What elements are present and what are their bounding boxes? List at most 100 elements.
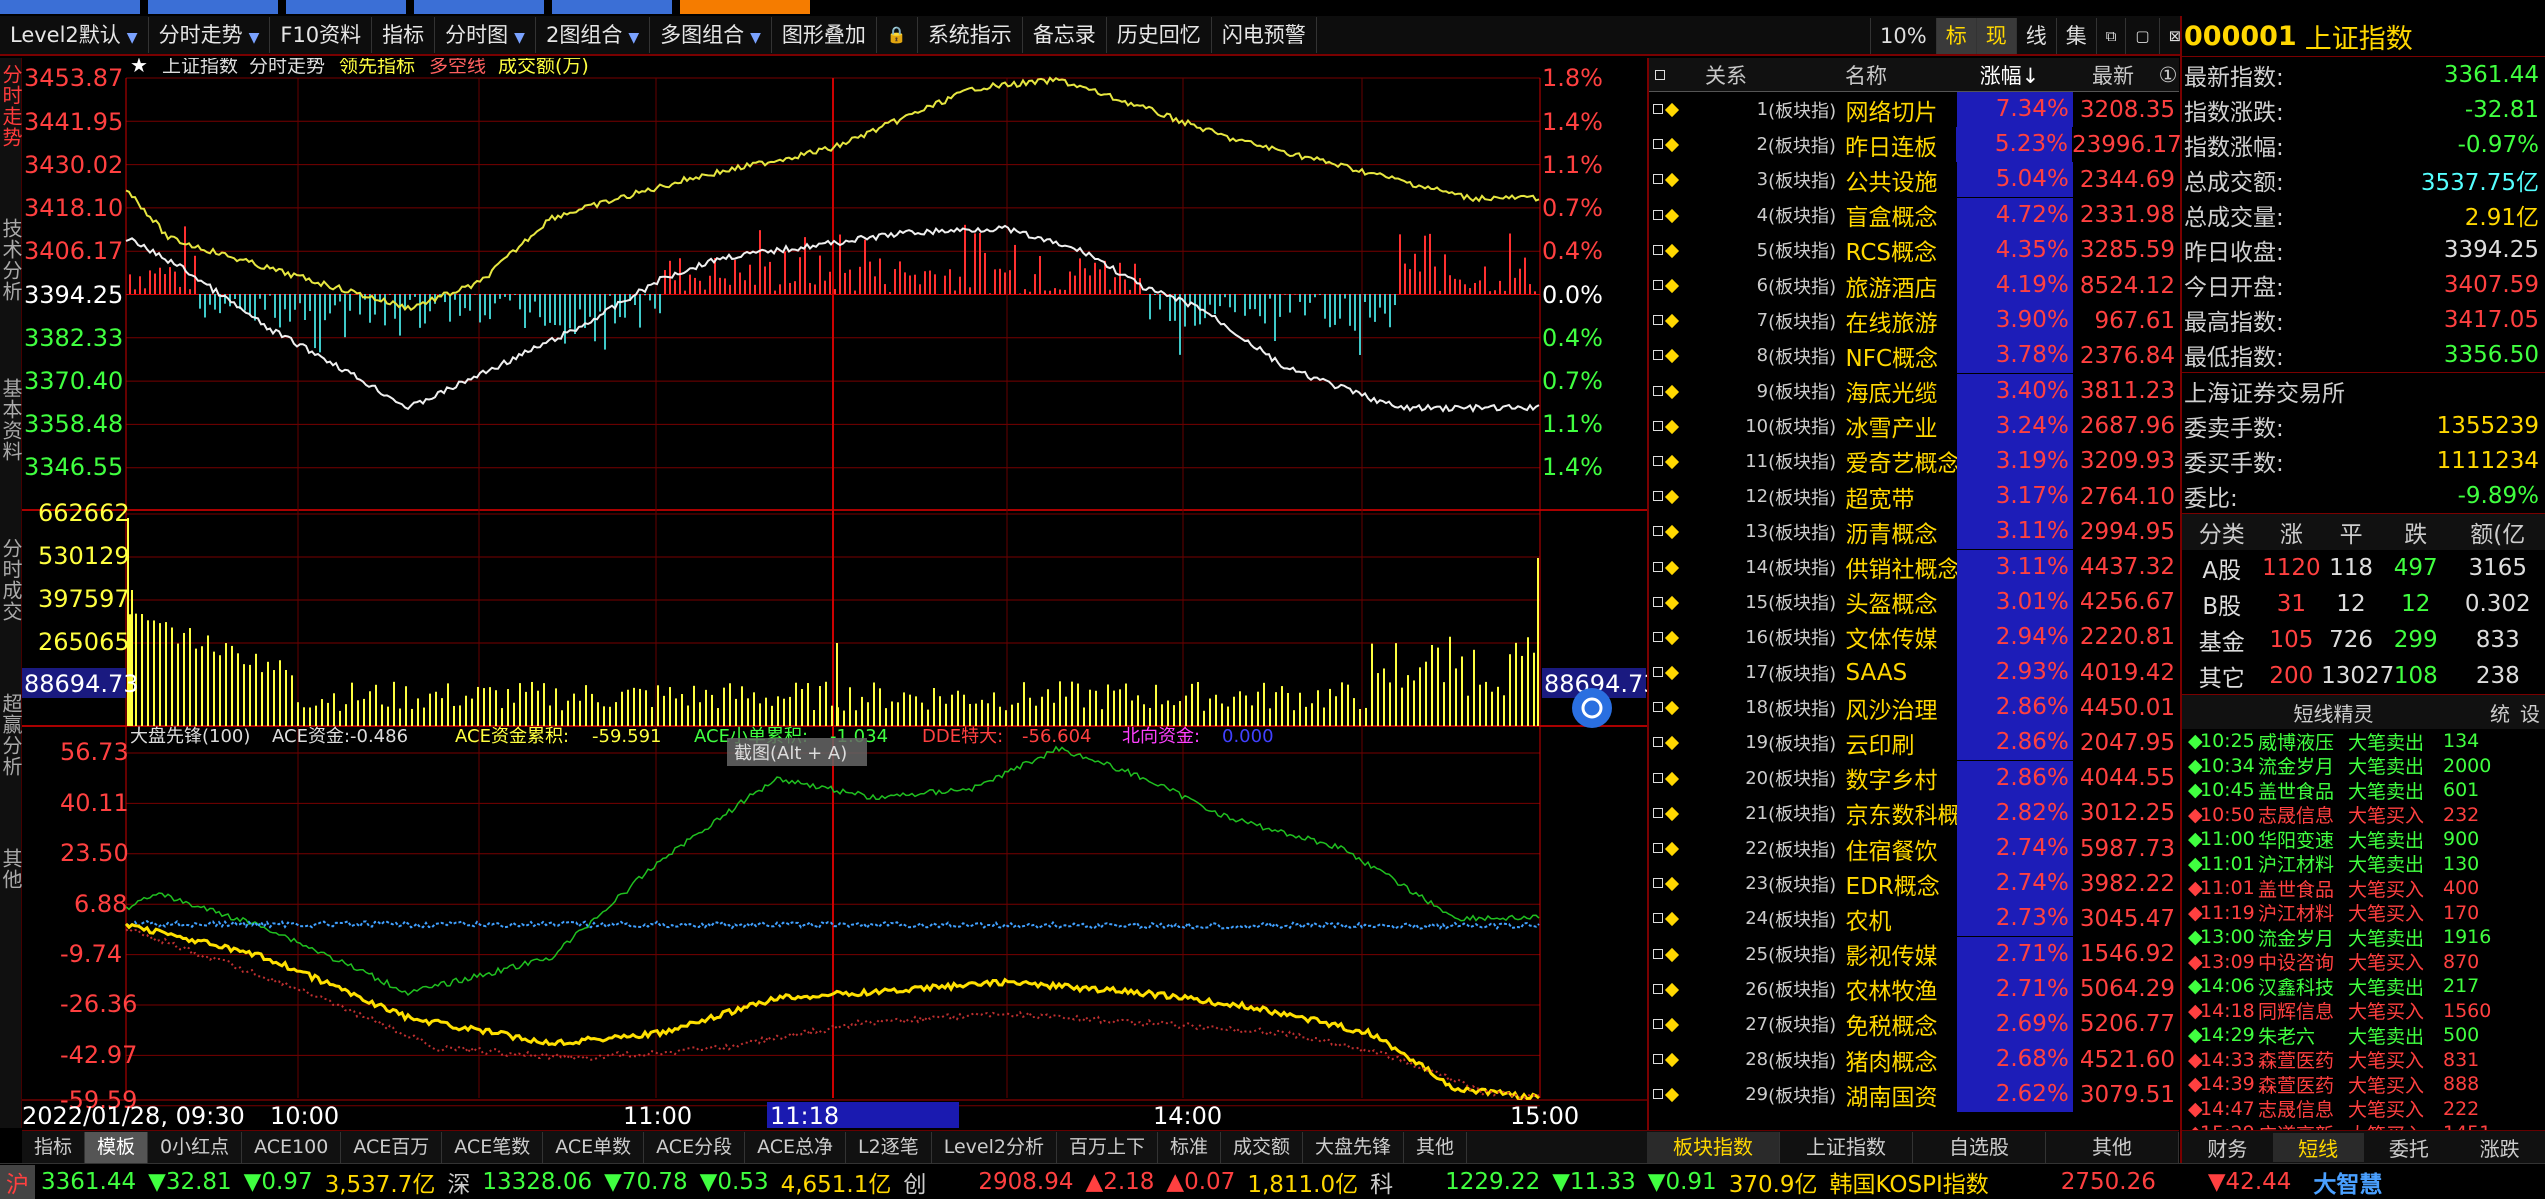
star-icon[interactable]: ★ [130, 53, 148, 77]
ticker-row[interactable]: ◆ 14:39 森萱医药 大笔买入 888 [2188, 1072, 2545, 1097]
sz-label[interactable]: 深 [441, 1165, 476, 1199]
bottom-tab[interactable]: Level2分析 [932, 1131, 1057, 1163]
top-tab-2[interactable] [148, 0, 278, 14]
top-tab-4[interactable] [414, 0, 544, 14]
lock-icon[interactable]: 🔒 [877, 17, 918, 53]
ticker-row[interactable]: ◆ 10:34 流金岁月 大笔卖出 2000 [2188, 754, 2545, 779]
ticker-row[interactable]: ◆ 11:01 沪江材料 大笔卖出 130 [2188, 852, 2545, 877]
toolbar-line[interactable]: 线 [2015, 18, 2056, 54]
sector-row[interactable]: 23 (板块指) EDR概念 2.74% 3982.22 [1649, 866, 2179, 902]
sector-row[interactable]: 22 (板块指) 住宿餐饮 2.74% 5987.73 [1649, 831, 2179, 867]
ticker-row[interactable]: ◆ 14:33 森萱医药 大笔买入 831 [2188, 1048, 2545, 1073]
toolbar-multichart[interactable]: 多图组合 ▼ [650, 17, 772, 53]
bottom-tab[interactable]: ACE百万 [341, 1131, 443, 1163]
checkbox-icon[interactable] [1653, 139, 1663, 150]
col-relation[interactable]: 关系 [1671, 60, 1781, 90]
sector-row[interactable]: 19 (板块指) 云印刷 2.86% 2047.95 [1649, 725, 2179, 761]
ticker-row[interactable]: ◆ 11:19 沪江材料 大笔买入 170 [2188, 901, 2545, 926]
checkbox-icon[interactable] [1653, 420, 1663, 431]
short-settings-button[interactable]: 设 [2515, 698, 2545, 727]
checkbox-icon[interactable] [1653, 315, 1663, 326]
sector-row[interactable]: 7 (板块指) 在线旅游 3.90% 967.61 [1649, 303, 2179, 339]
toolbar-mark[interactable]: 标 [1935, 18, 1976, 54]
toolbar-history[interactable]: 历史回忆 [1107, 17, 1212, 53]
ticker-row[interactable]: ◆ 11:01 盖世食品 大笔买入 400 [2188, 876, 2545, 901]
checkbox-icon[interactable] [1653, 596, 1663, 607]
left-tab-intraday[interactable]: 分时走势 [0, 64, 23, 148]
tab-sh-index[interactable]: 上证指数 [1780, 1131, 1913, 1163]
bottom-tab[interactable]: 成交额 [1221, 1131, 1303, 1163]
bottom-tab[interactable]: ACE单数 [543, 1131, 645, 1163]
checkbox-icon[interactable] [1653, 385, 1663, 396]
checkbox-icon[interactable] [1653, 983, 1663, 994]
bottom-tab[interactable]: 标准 [1158, 1131, 1221, 1163]
left-tab-fundamental[interactable]: 基本资料 [0, 378, 23, 462]
chevron-down-icon[interactable]: ▼ [514, 30, 525, 46]
toolbar-indicator[interactable]: 指标 [372, 17, 436, 53]
checkbox-icon[interactable] [1653, 913, 1663, 924]
sector-row[interactable]: 6 (板块指) 旅游酒店 4.19% 8524.12 [1649, 268, 2179, 304]
bottom-tab[interactable]: 0小红点 [148, 1131, 243, 1163]
ticker-row[interactable]: ◆ 14:06 汉鑫科技 大笔卖出 217 [2188, 974, 2545, 999]
bottom-tab[interactable]: ACE分段 [644, 1131, 746, 1163]
sector-row[interactable]: 2 (板块指) 昨日连板 5.23% 23996.17 [1649, 127, 2182, 163]
toolbar-overlay[interactable]: 图形叠加 [772, 17, 877, 53]
checkbox-icon[interactable] [1653, 631, 1663, 642]
checkbox-icon[interactable] [1653, 1089, 1663, 1100]
checkbox-icon[interactable] [1653, 561, 1663, 572]
chevron-down-icon[interactable]: ▼ [628, 30, 639, 46]
sector-row[interactable]: 3 (板块指) 公共设施 5.04% 2344.69 [1649, 162, 2179, 198]
left-tab-technical[interactable]: 技术分析 [0, 218, 23, 302]
checkbox-icon[interactable] [1653, 702, 1663, 713]
toolbar-memo[interactable]: 备忘录 [1023, 17, 1107, 53]
sector-row[interactable]: 25 (板块指) 影视传媒 2.71% 1546.92 [1649, 936, 2179, 972]
ticker-row[interactable]: ◆ 10:25 威博液压 大笔卖出 134 [2188, 729, 2545, 754]
toolbar-10pct[interactable]: 10% [1870, 18, 1936, 54]
bottom-tab[interactable]: L2逐笔 [846, 1131, 932, 1163]
top-tab-3[interactable] [286, 0, 406, 14]
bottom-tab[interactable]: 百万上下 [1057, 1131, 1158, 1163]
checkbox-icon[interactable] [1653, 843, 1663, 854]
sector-row[interactable]: 20 (板块指) 数字乡村 2.86% 4044.55 [1649, 760, 2179, 796]
sector-row[interactable]: 9 (板块指) 海底光缆 3.40% 3811.23 [1649, 373, 2179, 409]
window-restore-icon[interactable]: ⧉ [2095, 18, 2126, 54]
col-last[interactable]: 最新 [2068, 60, 2158, 90]
short-stat-button[interactable]: 统 [2485, 698, 2515, 727]
sector-row[interactable]: 8 (板块指) NFC概念 3.78% 2376.84 [1649, 338, 2179, 374]
checkbox-icon[interactable] [1653, 1054, 1663, 1065]
checkbox-icon[interactable] [1653, 491, 1663, 502]
checkbox-icon[interactable] [1653, 174, 1663, 185]
toolbar-set[interactable]: 集 [2055, 18, 2096, 54]
sector-row[interactable]: 1 (板块指) 网络切片 7.34% 3208.35 [1649, 92, 2179, 128]
sector-row[interactable]: 13 (板块指) 沥青概念 3.11% 2994.95 [1649, 514, 2179, 550]
left-tab-super[interactable]: 超赢分析 [0, 693, 23, 777]
checkbox-icon[interactable] [1653, 104, 1663, 115]
sector-row[interactable]: 28 (板块指) 猪肉概念 2.68% 4521.60 [1649, 1042, 2179, 1078]
bottom-tab[interactable]: 模板 [85, 1131, 149, 1163]
tab-short[interactable]: 短线 [2272, 1132, 2364, 1162]
checkbox-icon[interactable] [1653, 772, 1663, 783]
ticker-row[interactable]: ◆ 10:50 志晟信息 大笔买入 232 [2188, 803, 2545, 828]
top-tab-5[interactable] [552, 0, 672, 14]
refresh-icon[interactable] [1572, 688, 1612, 728]
col-name[interactable]: 名称 [1781, 60, 1951, 90]
sh-label[interactable]: 沪 [0, 1164, 35, 1199]
sector-row[interactable]: 27 (板块指) 免税概念 2.69% 5206.77 [1649, 1006, 2179, 1042]
info-icon[interactable]: ① [2158, 63, 2178, 87]
toolbar-now[interactable]: 现 [1975, 18, 2016, 54]
toolbar-intraday[interactable]: 分时走势 ▼ [149, 17, 271, 53]
chevron-down-icon[interactable]: ▼ [750, 30, 761, 46]
bottom-tab[interactable]: ACE笔数 [442, 1131, 544, 1163]
sector-row[interactable]: 18 (板块指) 风沙治理 2.86% 4450.01 [1649, 690, 2179, 726]
tab-watchlist[interactable]: 自选股 [1913, 1131, 2046, 1163]
kc-label[interactable]: 科 [1364, 1165, 1399, 1199]
sector-row[interactable]: 17 (板块指) SAAS 2.93% 4019.42 [1649, 655, 2179, 691]
sector-row[interactable]: 10 (板块指) 冰雪产业 3.24% 2687.96 [1649, 408, 2179, 444]
ticker-row[interactable]: ◆ 13:00 流金岁月 大笔卖出 1916 [2188, 925, 2545, 950]
sector-row[interactable]: 16 (板块指) 文体传媒 2.94% 2220.81 [1649, 619, 2179, 655]
left-tab-ticks[interactable]: 分时成交 [0, 538, 23, 622]
sector-row[interactable]: 5 (板块指) RCS概念 4.35% 3285.59 [1649, 232, 2179, 268]
bottom-tab[interactable]: 大盘先锋 [1303, 1131, 1405, 1163]
kospi-label[interactable]: 韩国KOSPI指数 [1824, 1165, 1995, 1199]
bottom-tab[interactable]: ACE100 [242, 1131, 342, 1163]
